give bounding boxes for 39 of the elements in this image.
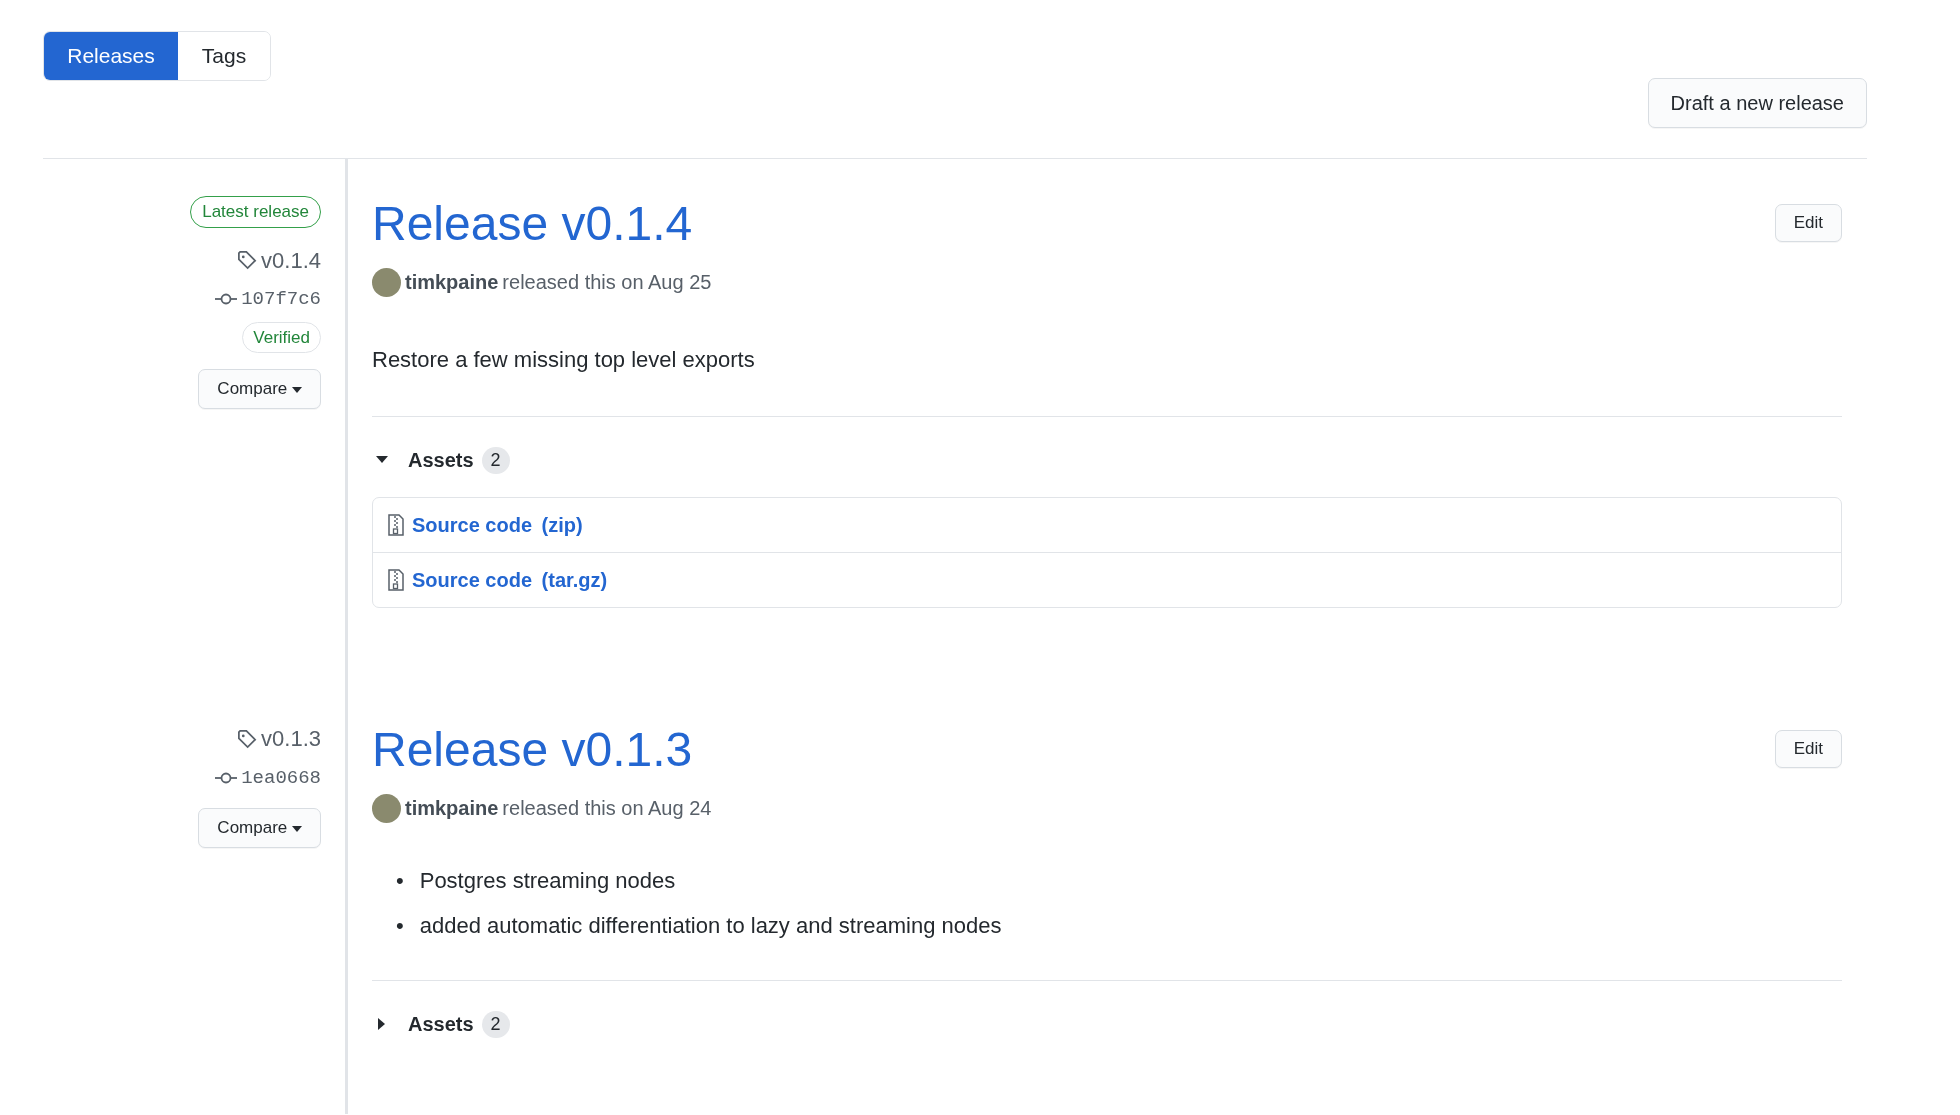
zip-file-icon — [388, 514, 404, 537]
caret-right-icon[interactable] — [378, 1018, 386, 1031]
release-note-item: Postgres streaming nodes — [419, 867, 676, 896]
commit-icon — [215, 292, 238, 307]
compare-button[interactable]: Compare — [198, 808, 321, 848]
bullet-mark: • — [396, 911, 404, 940]
tag-link[interactable]: v0.1.4 — [261, 243, 321, 277]
assets-label[interactable]: Assets — [408, 1009, 474, 1040]
tag-icon — [237, 728, 258, 749]
caret-down-icon — [292, 386, 302, 393]
bullet-mark: • — [396, 867, 404, 896]
zip-file-icon — [388, 569, 404, 592]
avatar — [372, 267, 401, 297]
release-date-text: released this on Aug 24 — [502, 796, 712, 822]
commit-link[interactable]: 107f7c6 — [241, 285, 321, 314]
assets-count: 2 — [481, 1010, 510, 1038]
tag-link[interactable]: v0.1.3 — [261, 722, 321, 755]
commit-link[interactable]: 1ea0668 — [241, 763, 321, 792]
assets-count: 2 — [481, 446, 510, 474]
release-date-text: released this on Aug 25 — [502, 270, 712, 296]
edit-button[interactable]: Edit — [1774, 204, 1842, 242]
compare-button[interactable]: Compare — [198, 369, 321, 409]
tab[interactable]: Releases — [44, 32, 178, 80]
release-note-item: added automatic differentiation to lazy and streaming nodes — [419, 911, 1002, 940]
tag-icon — [237, 250, 258, 270]
asset-link[interactable]: Source code (zip) — [412, 510, 583, 541]
asset-link[interactable]: Source code (tar.gz) — [412, 565, 608, 596]
caret-down-icon[interactable] — [376, 456, 388, 465]
release-title[interactable]: Release v0.1.3 — [372, 722, 693, 778]
commit-icon — [215, 770, 238, 785]
author-link[interactable]: timkpaine — [405, 267, 499, 298]
author-link[interactable]: timkpaine — [405, 793, 499, 824]
edit-button[interactable]: Edit — [1774, 730, 1842, 768]
release-notes-text: Restore a few missing top level exports — [372, 346, 756, 375]
release-title[interactable]: Release v0.1.4 — [372, 196, 693, 252]
caret-down-icon — [292, 825, 302, 832]
avatar — [372, 793, 401, 823]
assets-label[interactable]: Assets — [408, 445, 474, 476]
draft-release-button[interactable]: Draft a new release — [1647, 78, 1867, 128]
